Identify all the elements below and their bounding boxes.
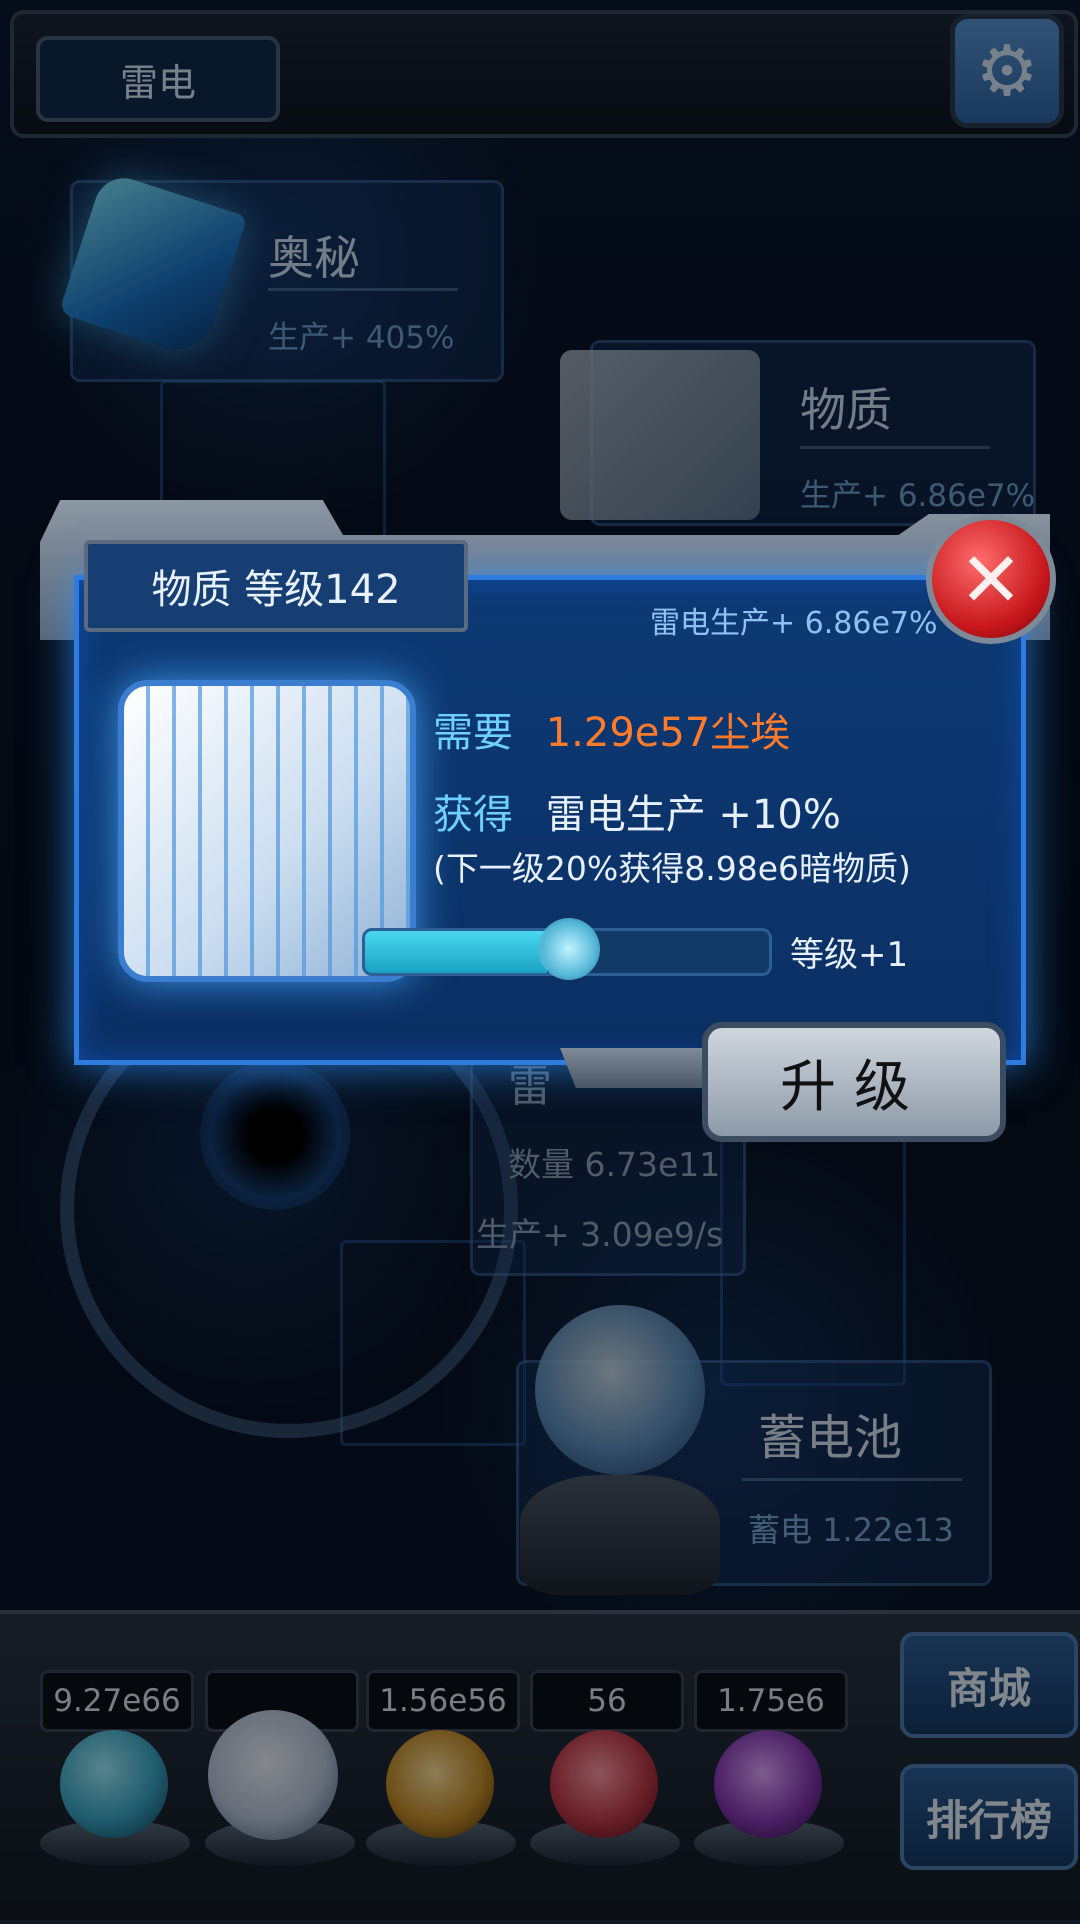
- close-x-icon[interactable]: ✕: [926, 514, 1056, 644]
- need-label: 需要: [433, 710, 513, 756]
- progress-fill: [365, 931, 547, 973]
- progress-knob: [538, 918, 600, 980]
- gain-row: 获得 雷电生产 +10%: [433, 782, 841, 840]
- upgrade-button[interactable]: 升级: [702, 1022, 1006, 1142]
- next-level-note: (下一级20%获得8.98e6暗物质): [433, 849, 911, 888]
- need-row: 需要 1.29e57尘埃: [433, 700, 790, 758]
- dialog-subtitle: 雷电生产+ 6.86e7%: [650, 606, 938, 641]
- button-rail: [560, 1048, 720, 1088]
- gain-label: 获得: [433, 792, 513, 838]
- gain-value: 雷电生产 +10%: [545, 792, 841, 838]
- dialog-title: 物质 等级142: [84, 540, 468, 632]
- need-value: 1.29e57尘埃: [545, 710, 791, 756]
- level-up-label: 等级+1: [790, 935, 909, 975]
